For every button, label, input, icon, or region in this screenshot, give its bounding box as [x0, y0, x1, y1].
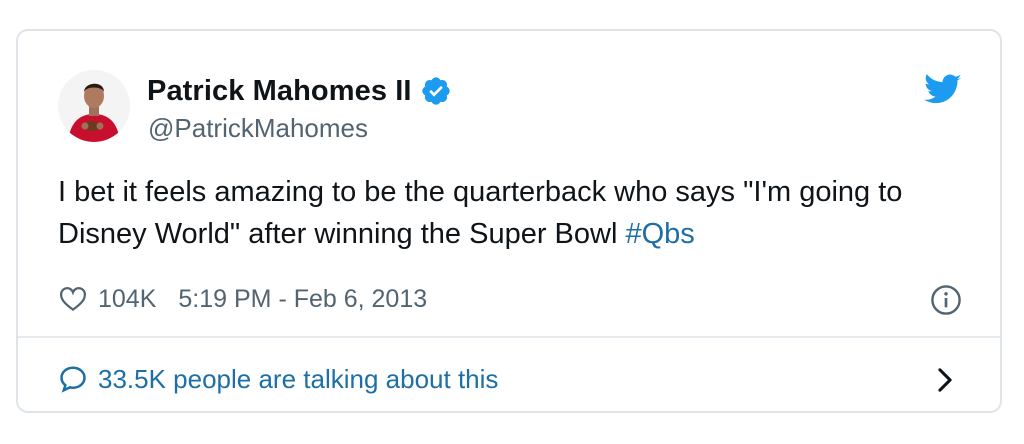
- heart-icon[interactable]: [58, 284, 88, 314]
- verified-badge-icon: [421, 77, 450, 105]
- info-icon[interactable]: [930, 284, 962, 316]
- conversation-text: 33.5K people are talking about this: [98, 363, 499, 394]
- author-name-row: Patrick Mahomes II: [147, 73, 452, 109]
- like-count[interactable]: 104K: [98, 285, 156, 314]
- chevron-right-icon[interactable]: [934, 366, 956, 394]
- tweet-body: I bet it feels amazing to be the quarter…: [58, 176, 903, 250]
- speech-bubble-icon: [60, 366, 86, 393]
- tweet-meta: 104K 5:19 PM - Feb 6, 2013: [58, 281, 427, 317]
- tweet-timestamp[interactable]: 5:19 PM - Feb 6, 2013: [178, 285, 427, 314]
- author-handle[interactable]: @PatrickMahomes: [148, 113, 368, 144]
- tweet-card[interactable]: Patrick Mahomes II @PatrickMahomes I bet…: [16, 29, 1002, 413]
- twitter-bird-icon[interactable]: [924, 73, 962, 107]
- author-name[interactable]: Patrick Mahomes II: [147, 75, 412, 108]
- avatar-photo-icon: [58, 70, 130, 142]
- tweet-text: I bet it feels amazing to be the quarter…: [58, 171, 978, 255]
- conversation-link[interactable]: 33.5K people are talking about this: [58, 361, 498, 397]
- avatar[interactable]: [58, 70, 130, 142]
- divider: [18, 336, 1000, 338]
- hashtag-link[interactable]: #Qbs: [625, 218, 694, 250]
